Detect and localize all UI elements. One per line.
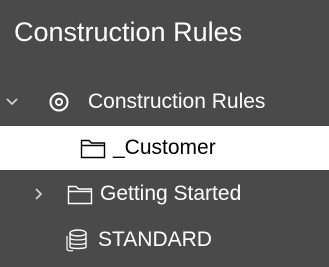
chevron-down-icon[interactable]	[6, 97, 18, 107]
tree-item-construction-rules[interactable]: Construction Rules	[0, 80, 329, 124]
tree-item-label: STANDARD	[98, 228, 212, 251]
chevron-right-icon[interactable]	[34, 188, 44, 200]
folder-icon	[80, 139, 106, 159]
tree-item-getting-started[interactable]: Getting Started	[0, 172, 329, 216]
target-icon	[49, 92, 69, 112]
tree-item-customer[interactable]: _Customer	[0, 126, 329, 170]
tree-item-label: _Customer	[113, 136, 216, 159]
tree-item-label: Construction Rules	[88, 90, 266, 113]
panel-title: Construction Rules	[14, 17, 243, 47]
tree-item-standard[interactable]: STANDARD	[0, 218, 329, 262]
tree-item-label: Getting Started	[100, 182, 242, 205]
database-icon	[66, 229, 87, 252]
folder-icon	[67, 185, 93, 205]
